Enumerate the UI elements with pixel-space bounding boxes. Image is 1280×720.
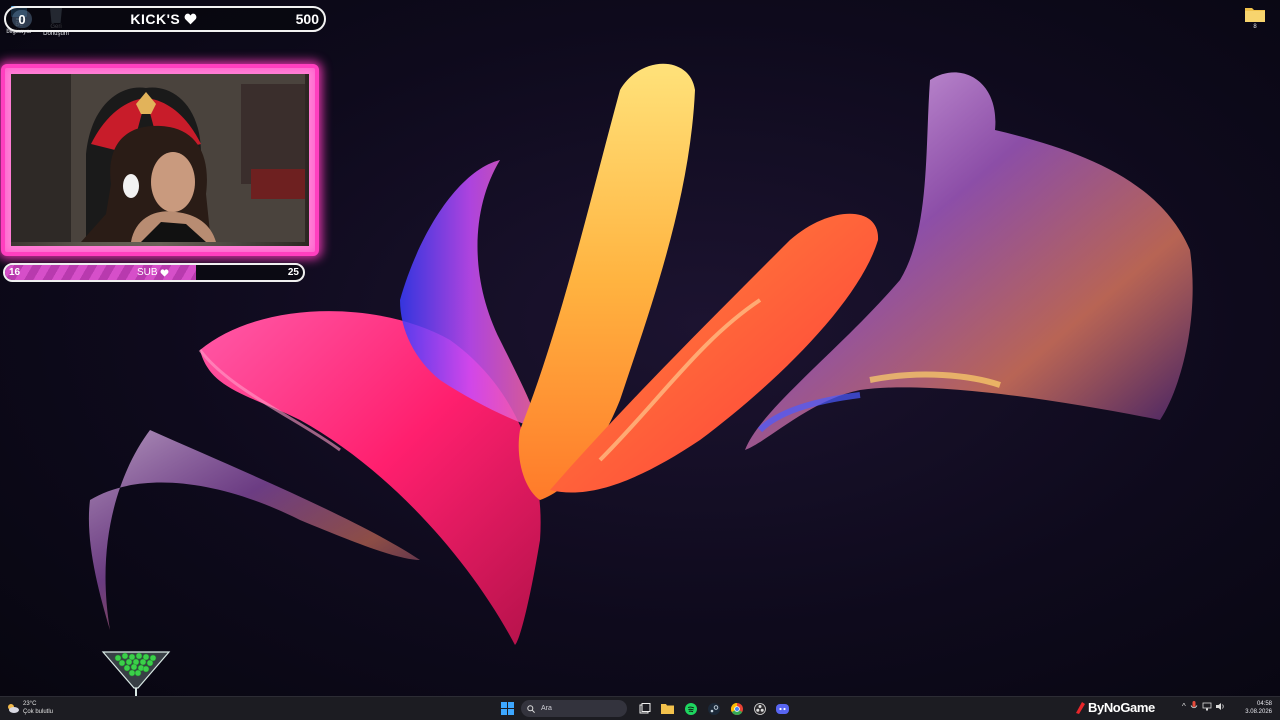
network-icon[interactable] — [1202, 702, 1212, 711]
taskbar: 23°C Çok bulutlu Ara ByNoGame ^ 04:58 3.… — [0, 696, 1280, 720]
obs-icon — [753, 702, 766, 715]
kicks-title-text: KICK'S — [130, 11, 181, 27]
sub-label-text: SUB — [137, 267, 158, 278]
task-view-icon — [639, 702, 650, 713]
obs-button[interactable] — [750, 699, 769, 718]
desktop-icon-folder[interactable]: 8 — [1242, 4, 1268, 31]
spotify-button[interactable] — [681, 699, 700, 718]
bynogame-text: ByNoGame — [1088, 700, 1155, 715]
search-placeholder: Ara — [541, 705, 552, 712]
chrome-icon — [730, 702, 743, 715]
kicks-title: KICK'S — [130, 11, 197, 27]
weather-widget[interactable]: 23°C Çok bulutlu — [6, 700, 53, 716]
chevron-up-icon[interactable]: ^ — [1182, 702, 1186, 711]
sub-label: SUB — [137, 267, 169, 278]
system-tray: ^ — [1182, 701, 1226, 711]
clock-time: 04:58 — [1256, 701, 1272, 707]
webcam-frame — [1, 64, 319, 256]
start-button[interactable] — [498, 699, 517, 718]
bynogame-logo-icon — [1076, 701, 1085, 714]
taskbar-apps: Ara — [498, 699, 792, 718]
discord-icon — [776, 703, 789, 714]
bynogame-brand: ByNoGame — [1074, 700, 1155, 715]
streamer-video — [11, 74, 305, 242]
microphone-icon[interactable] — [1190, 701, 1198, 711]
clock-date: 3.08.2026 — [1245, 709, 1272, 715]
steam-button[interactable] — [704, 699, 723, 718]
discord-button[interactable] — [773, 699, 792, 718]
kicks-goal-bar: 0 KICK'S 500 — [4, 6, 326, 32]
sub-goal-count: 25 — [287, 267, 299, 278]
steam-icon — [707, 702, 720, 715]
weather-cloud-icon — [8, 704, 19, 713]
weather-description: Çok bulutlu — [23, 709, 54, 715]
sub-goal-bar: 16 25 SUB — [3, 263, 305, 282]
start-icon — [501, 702, 514, 715]
heart-icon — [184, 13, 197, 25]
weather-temperature: 23°C — [23, 701, 37, 707]
file-explorer-button[interactable] — [658, 699, 677, 718]
task-view-button[interactable] — [635, 699, 654, 718]
heart-icon — [160, 268, 169, 277]
file-explorer-icon — [661, 704, 674, 714]
folder-icon — [1245, 8, 1265, 22]
chrome-button[interactable] — [727, 699, 746, 718]
desktop-icon-label: 8 — [1253, 24, 1257, 30]
kicks-current-count: 0 — [12, 10, 32, 28]
spotify-icon — [684, 702, 697, 715]
sub-current-count: 16 — [9, 267, 21, 278]
kicks-goal-count: 500 — [295, 11, 319, 27]
speaker-icon[interactable] — [1215, 702, 1226, 711]
webcam-feed — [11, 74, 309, 246]
taskbar-search[interactable]: Ara — [521, 700, 627, 717]
taskbar-clock[interactable]: 04:58 3.08.2026 — [1244, 700, 1272, 716]
search-icon — [527, 704, 535, 713]
